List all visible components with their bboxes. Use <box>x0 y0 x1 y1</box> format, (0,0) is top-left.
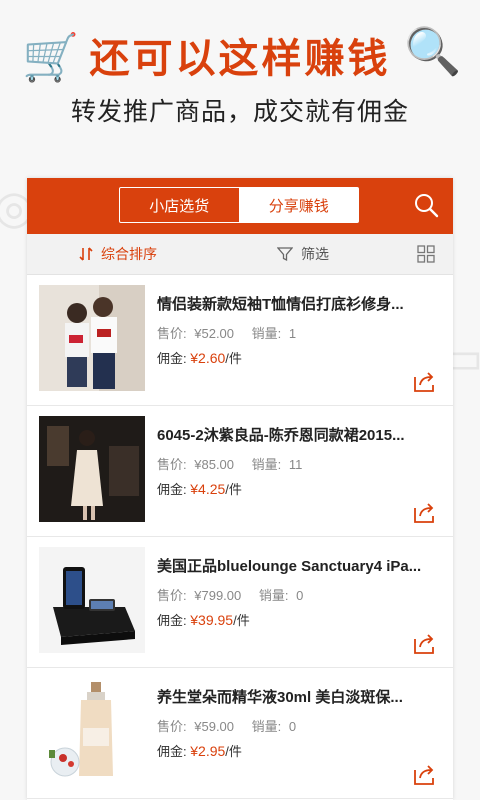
grid-view-icon[interactable] <box>417 245 435 263</box>
product-item[interactable]: 情侣装新款短袖T恤情侣打底衫修身... 售价: ¥52.00 销量: 1 佣金:… <box>27 275 453 406</box>
share-icon[interactable] <box>413 764 437 786</box>
card-header: 小店选货 分享赚钱 <box>27 178 453 234</box>
price-value: ¥59.00 <box>194 719 235 734</box>
filter-icon <box>277 247 293 262</box>
commission-unit: /件 <box>233 613 250 628</box>
price-value: ¥799.00 <box>194 588 242 603</box>
product-commission-row: 佣金: ¥2.95/件 <box>157 741 242 760</box>
product-price-row: 售价: ¥52.00 销量: 1 <box>157 323 300 342</box>
commission-unit: /件 <box>225 482 242 497</box>
sort-label: 综合排序 <box>101 246 157 262</box>
sales-value: 1 <box>288 326 297 341</box>
sales-value: 11 <box>288 457 303 472</box>
filter-label: 筛选 <box>301 246 329 262</box>
tab-select-goods[interactable]: 小店选货 <box>120 188 240 222</box>
sort-button[interactable]: 综合排序 <box>79 234 157 274</box>
share-icon[interactable] <box>413 371 437 393</box>
filter-button[interactable]: 筛选 <box>277 234 329 274</box>
sales-label: 销量: <box>251 719 282 734</box>
segment-control: 小店选货 分享赚钱 <box>119 187 359 223</box>
sort-icon <box>79 247 93 261</box>
product-price-row: 售价: ¥799.00 销量: 0 <box>157 585 307 604</box>
product-image <box>39 285 145 391</box>
commission-value: ¥2.95 <box>190 743 226 759</box>
sales-label: 销量: <box>258 588 289 603</box>
sales-label: 销量: <box>251 457 282 472</box>
product-item[interactable]: 美国正品bluelounge Sanctuary4 iPa... 售价: ¥79… <box>27 537 453 668</box>
product-list: 情侣装新款短袖T恤情侣打底衫修身... 售价: ¥52.00 销量: 1 佣金:… <box>27 275 453 799</box>
commission-label: 佣金: <box>157 744 187 759</box>
commission-unit: /件 <box>225 744 242 759</box>
commission-value: ¥39.95 <box>190 612 234 628</box>
product-item[interactable]: 养生堂朵而精华液30ml 美白淡斑保... 售价: ¥59.00 销量: 0 佣… <box>27 668 453 799</box>
commission-value: ¥2.60 <box>190 350 226 366</box>
tab-share-earn[interactable]: 分享赚钱 <box>239 188 358 222</box>
sales-label: 销量: <box>251 326 282 341</box>
commission-unit: /件 <box>225 351 242 366</box>
product-price-row: 售价: ¥59.00 销量: 0 <box>157 716 300 735</box>
sales-value: 0 <box>288 719 297 734</box>
product-image <box>39 547 145 653</box>
product-price-row: 售价: ¥85.00 销量: 11 <box>157 454 306 473</box>
price-label: 售价: <box>157 719 187 734</box>
price-value: ¥85.00 <box>194 457 235 472</box>
product-item[interactable]: 6045-2沐紫良品-陈乔恩同款裙2015... 售价: ¥85.00 销量: … <box>27 406 453 537</box>
commission-label: 佣金: <box>157 613 187 628</box>
commission-label: 佣金: <box>157 482 187 497</box>
product-image <box>39 678 145 784</box>
product-image <box>39 416 145 522</box>
price-label: 售价: <box>157 326 187 341</box>
product-title: 美国正品bluelounge Sanctuary4 iPa... <box>157 558 422 575</box>
hero-subtitle: 转发推广商品，成交就有佣金 <box>70 98 409 126</box>
product-title: 养生堂朵而精华液30ml 美白淡斑保... <box>157 689 403 706</box>
product-commission-row: 佣金: ¥39.95/件 <box>157 610 250 629</box>
sales-value: 0 <box>296 588 304 603</box>
share-icon[interactable] <box>413 633 437 655</box>
price-label: 售价: <box>157 588 187 603</box>
commission-value: ¥4.25 <box>190 481 226 497</box>
store-card: 小店选货 分享赚钱 综合排序 筛选 情侣装新款短袖T恤情侣打底衫修身... 售价… <box>27 178 453 800</box>
product-commission-row: 佣金: ¥4.25/件 <box>157 479 242 498</box>
hero-title: 还可以这样赚钱 <box>89 37 391 81</box>
product-title: 6045-2沐紫良品-陈乔恩同款裙2015... <box>157 427 405 444</box>
commission-label: 佣金: <box>157 351 187 366</box>
product-title: 情侣装新款短袖T恤情侣打底衫修身... <box>157 296 404 313</box>
share-icon[interactable] <box>413 502 437 524</box>
toolbar: 综合排序 筛选 <box>27 234 453 275</box>
price-value: ¥52.00 <box>194 326 235 341</box>
search-icon[interactable] <box>413 192 439 218</box>
price-label: 售价: <box>157 457 187 472</box>
product-commission-row: 佣金: ¥2.60/件 <box>157 348 242 367</box>
